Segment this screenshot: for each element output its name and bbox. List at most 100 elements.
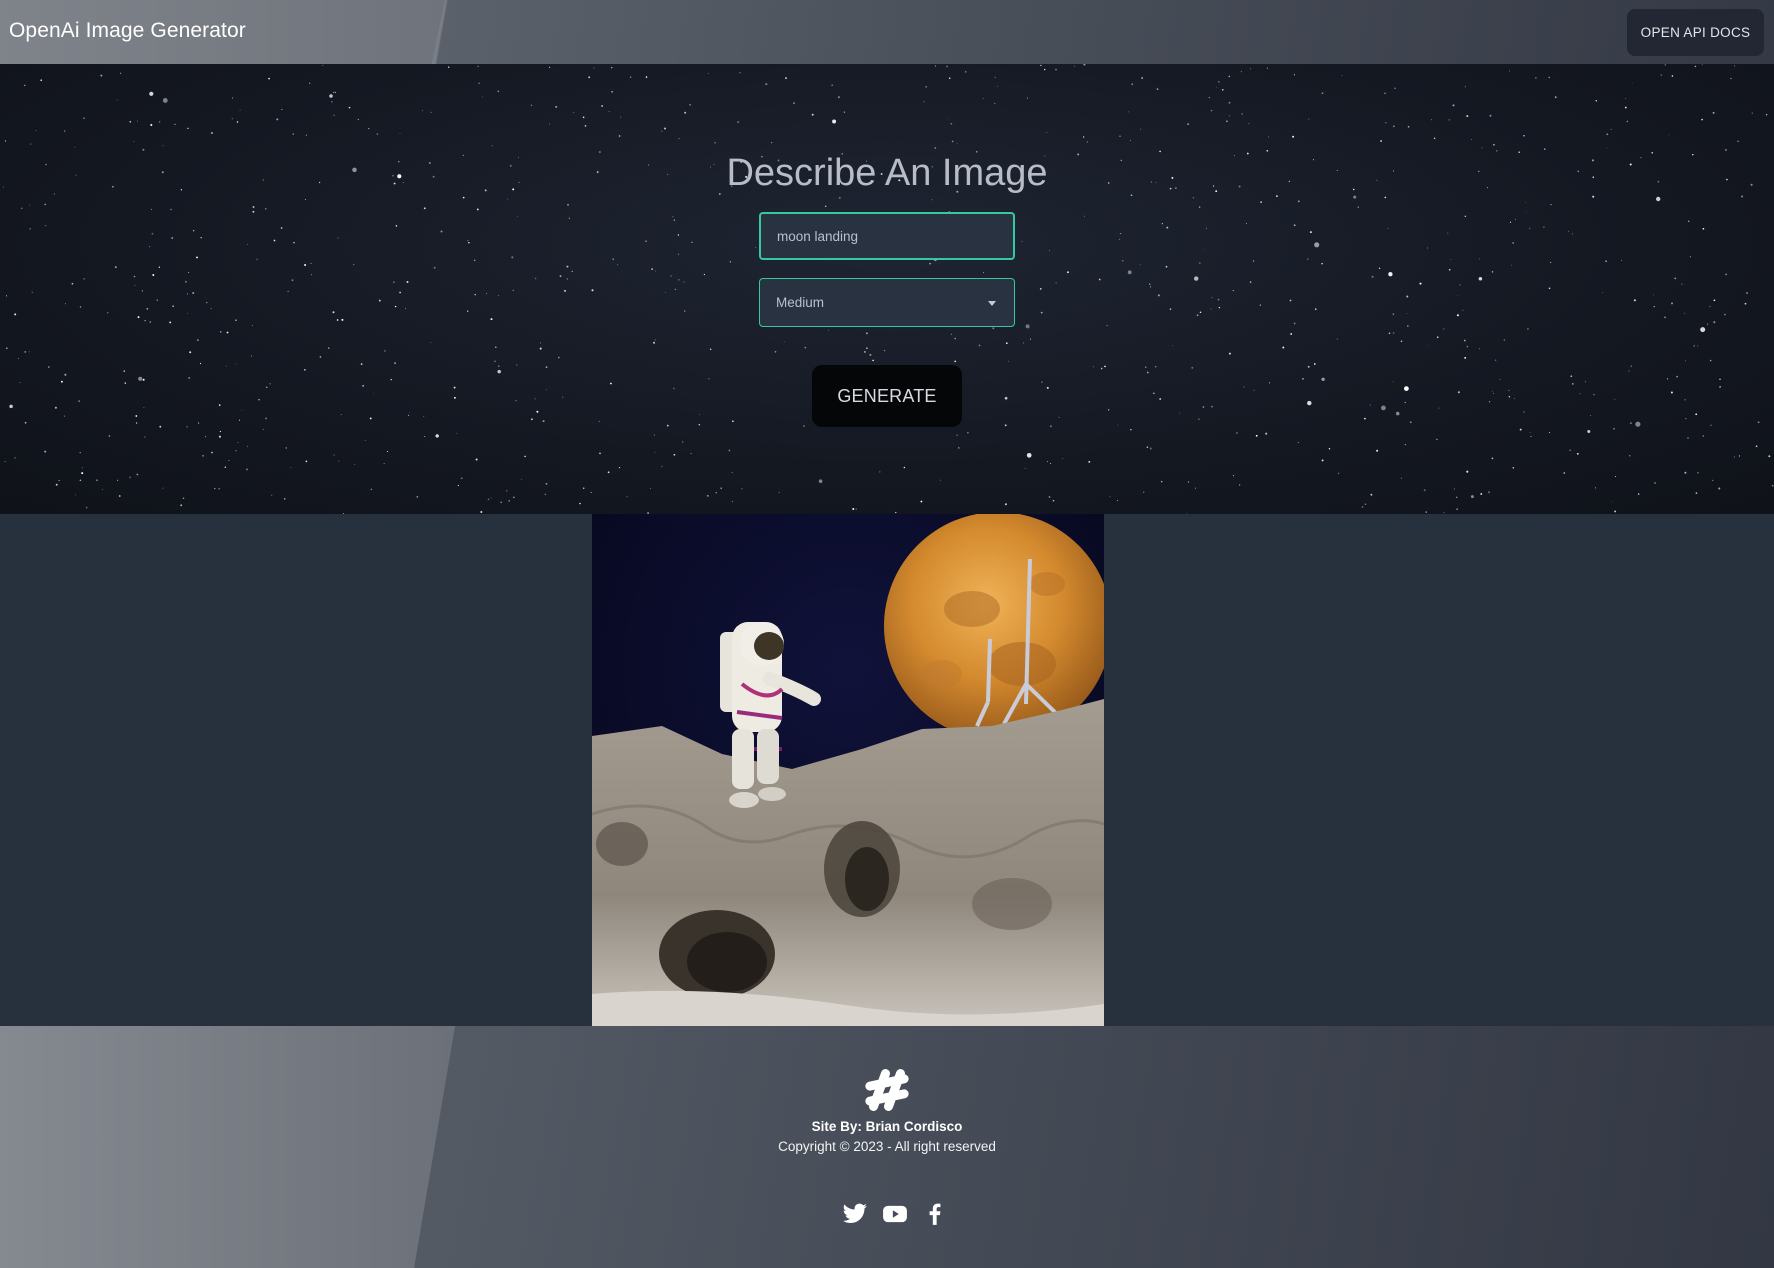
star xyxy=(1406,295,1409,298)
star xyxy=(1364,417,1366,420)
star xyxy=(1466,115,1469,118)
star xyxy=(1357,206,1359,208)
generate-button[interactable]: GENERATE xyxy=(812,365,962,427)
star xyxy=(1684,312,1686,314)
star xyxy=(1457,391,1460,394)
star xyxy=(276,118,279,121)
star xyxy=(338,460,340,462)
star xyxy=(333,91,335,94)
star xyxy=(1567,230,1570,232)
star xyxy=(1282,346,1285,349)
star xyxy=(83,278,85,280)
star xyxy=(1685,360,1687,362)
star xyxy=(1149,283,1151,285)
star xyxy=(1601,292,1603,294)
star xyxy=(247,445,248,447)
star xyxy=(14,313,17,316)
star xyxy=(1426,344,1428,346)
star xyxy=(368,128,370,130)
star xyxy=(1204,248,1206,250)
star xyxy=(35,130,37,131)
star xyxy=(372,392,374,394)
star xyxy=(497,90,500,93)
star xyxy=(1700,327,1706,333)
star xyxy=(399,291,401,294)
prompt-input[interactable] xyxy=(759,212,1015,260)
star xyxy=(1495,359,1497,361)
star xyxy=(1695,492,1698,494)
star xyxy=(158,121,161,123)
brand-title[interactable]: OpenAi Image Generator xyxy=(9,19,246,43)
star xyxy=(1466,345,1469,348)
star xyxy=(1744,302,1747,305)
star xyxy=(1594,487,1597,489)
star xyxy=(1503,339,1506,341)
star xyxy=(611,91,613,93)
star xyxy=(45,225,47,227)
star xyxy=(1156,88,1159,90)
star xyxy=(162,487,164,489)
star xyxy=(211,451,213,454)
star xyxy=(304,263,307,267)
star xyxy=(793,102,795,104)
star xyxy=(180,504,183,507)
star xyxy=(1479,348,1480,350)
star xyxy=(1378,267,1381,269)
star xyxy=(214,487,216,490)
star xyxy=(1131,83,1134,86)
star xyxy=(1249,281,1252,283)
star xyxy=(225,365,227,367)
star xyxy=(670,275,672,277)
star xyxy=(1436,336,1439,339)
star xyxy=(149,91,154,96)
open-api-docs-button[interactable]: OPEN API DOCS xyxy=(1627,9,1764,56)
star xyxy=(567,203,569,206)
star xyxy=(1712,479,1714,482)
star xyxy=(134,285,136,286)
star xyxy=(1697,472,1699,474)
star xyxy=(1407,125,1410,128)
star xyxy=(1529,227,1531,230)
star xyxy=(1611,500,1612,502)
star xyxy=(741,488,743,490)
star xyxy=(1481,147,1483,149)
star xyxy=(1419,282,1422,285)
star xyxy=(119,72,122,74)
star xyxy=(1710,424,1712,426)
star xyxy=(1719,385,1722,388)
star xyxy=(903,466,906,469)
facebook-icon[interactable] xyxy=(922,1201,948,1227)
star xyxy=(228,460,230,461)
size-select[interactable]: Medium xyxy=(759,278,1015,327)
star xyxy=(1055,68,1057,71)
star xyxy=(48,366,50,368)
twitter-icon[interactable] xyxy=(842,1201,868,1227)
star xyxy=(383,463,385,465)
star xyxy=(545,366,548,369)
star xyxy=(1529,431,1531,433)
star xyxy=(1364,503,1367,506)
star xyxy=(1289,299,1292,302)
star xyxy=(1088,460,1091,463)
star xyxy=(423,415,425,417)
star xyxy=(1321,92,1324,95)
star xyxy=(1250,68,1252,70)
star xyxy=(1021,240,1023,242)
star xyxy=(731,500,734,503)
star xyxy=(954,360,957,363)
star xyxy=(1443,328,1445,330)
star xyxy=(252,210,255,213)
star xyxy=(536,410,539,413)
star xyxy=(1376,449,1379,452)
star xyxy=(14,457,16,459)
youtube-icon[interactable] xyxy=(882,1201,908,1227)
star xyxy=(1700,329,1703,331)
star xyxy=(1159,398,1162,400)
star xyxy=(1154,365,1157,368)
star xyxy=(423,207,426,210)
star xyxy=(5,347,8,350)
star xyxy=(96,479,98,481)
star xyxy=(774,351,777,353)
footer: Site By: Brian Cordisco Copyright © 2023… xyxy=(0,1026,1774,1268)
star xyxy=(144,436,146,438)
